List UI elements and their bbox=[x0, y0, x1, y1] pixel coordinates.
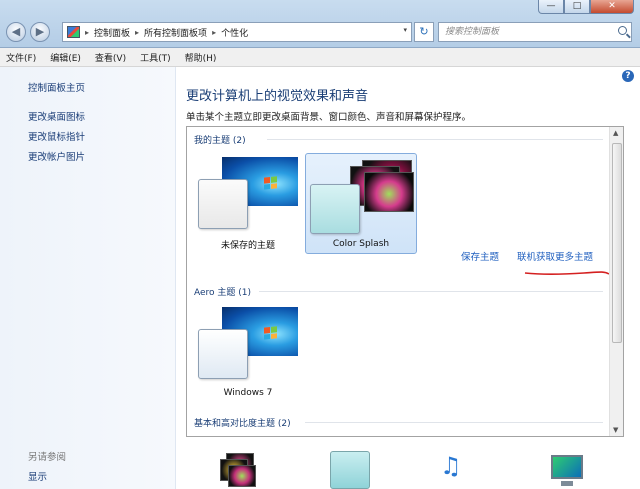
menu-help[interactable]: 帮助(H) bbox=[185, 51, 217, 64]
theme-unsaved[interactable]: 未保存的主题 bbox=[192, 153, 304, 254]
group-my-themes: 我的主题 (2) bbox=[194, 136, 246, 146]
forward-arrow-icon: ▶ bbox=[35, 25, 45, 38]
sounds-icon[interactable]: ♫ bbox=[440, 451, 480, 489]
scroll-down-icon[interactable]: ▼ bbox=[613, 426, 618, 434]
theme-windows-7[interactable]: Windows 7 bbox=[192, 303, 304, 404]
screen-saver-icon[interactable] bbox=[547, 451, 587, 489]
windows-logo-icon bbox=[264, 326, 277, 340]
menu-bar: 文件(F) 编辑(E) 查看(V) 工具(T) 帮助(H) bbox=[0, 48, 640, 67]
sidebar-link-mouse-pointers[interactable]: 更改鼠标指针 bbox=[28, 129, 85, 143]
minimize-button[interactable]: — bbox=[538, 0, 564, 14]
group-aero-themes: Aero 主题 (1) bbox=[194, 288, 252, 298]
menu-file[interactable]: 文件(F) bbox=[6, 51, 36, 64]
theme-name: Windows 7 bbox=[223, 388, 273, 398]
handwritten-underline bbox=[524, 271, 610, 275]
back-button[interactable]: ◀ bbox=[6, 22, 26, 42]
maximize-button[interactable]: □ bbox=[564, 0, 590, 14]
save-theme-link[interactable]: 保存主题 bbox=[461, 249, 499, 263]
search-placeholder: 搜索控制面板 bbox=[445, 27, 500, 37]
search-icon[interactable] bbox=[618, 26, 627, 35]
breadcrumb-control-panel[interactable]: 控制面板 bbox=[94, 26, 130, 39]
scrollbar-thumb[interactable] bbox=[612, 143, 622, 343]
windows-logo-icon bbox=[264, 176, 277, 190]
search-input[interactable]: 搜索控制面板 bbox=[438, 22, 632, 42]
group-divider bbox=[267, 139, 603, 140]
monitor-stand bbox=[561, 481, 573, 486]
wallpaper-card bbox=[364, 172, 414, 212]
window-controls: — □ ✕ bbox=[538, 0, 634, 14]
sidebar-link-account-picture[interactable]: 更改帐户图片 bbox=[28, 149, 85, 163]
vertical-scrollbar[interactable]: ▲ ▼ bbox=[609, 127, 623, 436]
sidebar: 控制面板主页 更改桌面图标 更改鼠标指针 更改帐户图片 另请参阅 显示 bbox=[0, 67, 176, 489]
theme-name: Color Splash bbox=[332, 239, 390, 249]
menu-tools[interactable]: 工具(T) bbox=[140, 51, 171, 64]
page-title: 更改计算机上的视觉效果和声音 bbox=[186, 89, 369, 104]
color-swatch bbox=[198, 179, 248, 229]
color-swatch bbox=[198, 329, 248, 379]
menu-view[interactable]: 查看(V) bbox=[95, 51, 126, 64]
get-more-themes-link[interactable]: 联机获取更多主题 bbox=[517, 249, 593, 263]
main-content: ? 更改计算机上的视觉效果和声音 单击某个主题立即更改桌面背景、窗口颜色、声音和… bbox=[177, 67, 640, 489]
breadcrumb-separator: ▸ bbox=[212, 27, 217, 37]
control-panel-icon bbox=[67, 26, 80, 38]
breadcrumb-personalization[interactable]: 个性化 bbox=[221, 26, 248, 39]
monitor-shape bbox=[551, 455, 583, 479]
color-swatch bbox=[310, 184, 360, 234]
desktop-background-icon[interactable] bbox=[216, 451, 256, 489]
close-button[interactable]: ✕ bbox=[590, 0, 634, 14]
sidebar-link-control-panel-home[interactable]: 控制面板主页 bbox=[28, 80, 85, 94]
group-divider bbox=[305, 422, 603, 423]
sidebar-link-display[interactable]: 显示 bbox=[28, 469, 47, 483]
address-bar[interactable]: ▸ 控制面板 ▸ 所有控制面板项 ▸ 个性化 ▾ bbox=[62, 22, 412, 42]
forward-button[interactable]: ▶ bbox=[30, 22, 50, 42]
refresh-button[interactable]: ↻ bbox=[414, 22, 434, 42]
page-subtitle: 单击某个主题立即更改桌面背景、窗口颜色、声音和屏幕保护程序。 bbox=[186, 112, 472, 123]
back-arrow-icon: ◀ bbox=[11, 25, 21, 38]
breadcrumb-separator: ▸ bbox=[135, 27, 140, 37]
theme-color-splash[interactable]: Color Splash bbox=[305, 153, 417, 254]
refresh-icon: ↻ bbox=[419, 25, 429, 38]
theme-list[interactable]: 我的主题 (2) 未保存的主题 Color Splash 保存主题 联机获取更多… bbox=[186, 126, 624, 437]
window-titlebar: — □ ✕ ◀ ▶ ▸ 控制面板 ▸ 所有控制面板项 ▸ 个性化 ▾ ↻ 搜索控… bbox=[0, 0, 640, 48]
menu-edit[interactable]: 编辑(E) bbox=[50, 51, 81, 64]
scroll-up-icon[interactable]: ▲ bbox=[613, 129, 618, 137]
breadcrumb-separator: ▸ bbox=[85, 27, 90, 37]
see-also-label: 另请参阅 bbox=[28, 452, 67, 463]
group-divider bbox=[259, 291, 603, 292]
breadcrumb-all-items[interactable]: 所有控制面板项 bbox=[144, 26, 207, 39]
group-basic-themes: 基本和高对比度主题 (2) bbox=[194, 419, 291, 429]
sidebar-link-desktop-icons[interactable]: 更改桌面图标 bbox=[28, 109, 85, 123]
theme-name: 未保存的主题 bbox=[220, 241, 275, 251]
address-dropdown-icon[interactable]: ▾ bbox=[403, 26, 407, 34]
window-color-icon[interactable] bbox=[330, 451, 370, 489]
help-icon[interactable]: ? bbox=[622, 70, 634, 82]
